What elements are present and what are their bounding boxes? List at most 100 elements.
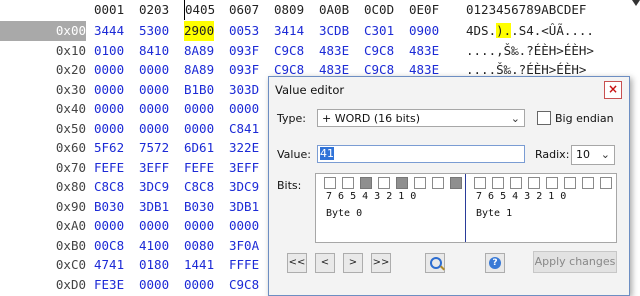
hex-cell[interactable]: 093F xyxy=(229,41,259,61)
hex-cell[interactable]: 2900 xyxy=(184,21,215,41)
hex-cell[interactable]: 1441 xyxy=(184,255,214,275)
hex-cell[interactable]: 8410 xyxy=(139,41,169,61)
hex-cell[interactable]: 0000 xyxy=(184,119,214,139)
hex-cell[interactable]: 4741 xyxy=(94,255,124,275)
hex-cell[interactable]: 0000 xyxy=(139,80,169,100)
value-input[interactable]: 41 xyxy=(317,145,525,163)
hex-cell[interactable]: 3CDB xyxy=(319,21,349,41)
hex-cell[interactable]: 0080 xyxy=(184,236,214,256)
hex-cell[interactable]: C301 xyxy=(364,21,394,41)
hex-cell[interactable]: 8A89 xyxy=(184,60,214,80)
hex-cell[interactable]: 0000 xyxy=(139,119,169,139)
byte-1-group: 7 6 5 4 3 2 1 0 Byte 1 xyxy=(468,174,614,242)
hex-cell[interactable]: 4100 xyxy=(139,236,169,256)
help-icon: ? xyxy=(489,257,501,269)
bit-checkbox[interactable] xyxy=(378,177,390,189)
hex-cell[interactable]: 0000 xyxy=(94,119,124,139)
ascii-cell[interactable]: ....‚Š‰.?ÉÈH>ÉÈH> xyxy=(466,41,594,61)
hex-cell[interactable]: 0000 xyxy=(184,99,214,119)
hex-cell[interactable]: 0100 xyxy=(94,41,124,61)
hex-cell[interactable]: 0900 xyxy=(409,21,439,41)
hex-cell[interactable]: B030 xyxy=(94,197,124,217)
hex-cell[interactable]: B030 xyxy=(184,197,214,217)
bit-checkbox[interactable] xyxy=(546,177,558,189)
bit-checkbox[interactable] xyxy=(414,177,426,189)
hex-cell[interactable]: 0000 xyxy=(184,275,214,295)
bit-checkbox[interactable] xyxy=(432,177,444,189)
hex-cell[interactable]: 3F0A xyxy=(229,236,259,256)
hex-cell[interactable]: 3EFF xyxy=(139,158,169,178)
hex-row[interactable]: 0x00 3444 5300 2900 0053 3414 3CDB C301 0900 4DS.… xyxy=(0,21,640,41)
hex-cell[interactable]: 3DC9 xyxy=(139,177,169,197)
first-button[interactable]: << xyxy=(287,253,307,273)
next-button[interactable]: > xyxy=(343,253,363,273)
bit-checkbox[interactable] xyxy=(600,177,612,189)
help-button[interactable]: ? xyxy=(485,253,505,273)
hex-cell[interactable]: 3DB1 xyxy=(229,197,259,217)
hex-cell[interactable]: 483E xyxy=(319,41,349,61)
hex-cell[interactable]: 322E xyxy=(229,138,259,158)
scroll-arrow-icon[interactable] xyxy=(632,0,640,6)
hex-cell[interactable]: 0180 xyxy=(139,255,169,275)
find-button[interactable] xyxy=(425,253,445,273)
apply-changes-button[interactable]: Apply changes xyxy=(533,251,617,273)
hex-cell[interactable]: C8C8 xyxy=(94,177,124,197)
hex-cell[interactable]: FEFE xyxy=(94,158,124,178)
hex-cell[interactable]: 6D61 xyxy=(184,138,214,158)
hex-cell[interactable]: 8A89 xyxy=(184,41,214,61)
bit-checkbox[interactable] xyxy=(564,177,576,189)
hex-cell[interactable]: 3DB1 xyxy=(139,197,169,217)
hex-cell[interactable]: 0000 xyxy=(184,216,214,236)
bit-checkbox[interactable] xyxy=(342,177,354,189)
bit-checkbox[interactable] xyxy=(528,177,540,189)
hex-cell[interactable]: 0053 xyxy=(229,21,259,41)
hex-cell[interactable]: 3444 xyxy=(94,21,124,41)
hex-cell[interactable]: 303D xyxy=(229,80,259,100)
hex-cell[interactable]: 3DC9 xyxy=(229,177,259,197)
hex-cell[interactable]: C841 xyxy=(229,119,259,139)
hex-cell[interactable]: 0000 xyxy=(139,275,169,295)
hex-cell[interactable]: 0000 xyxy=(139,99,169,119)
hex-cell[interactable]: 0000 xyxy=(94,80,124,100)
ascii-cell[interactable]: 4DS.)..S4.<ÛÃ.... xyxy=(466,21,594,41)
radix-select[interactable]: 10 ⌄ xyxy=(571,145,615,165)
hex-cell[interactable]: C9C8 xyxy=(229,275,259,295)
hex-cell[interactable]: 0000 xyxy=(229,216,259,236)
last-button[interactable]: >> xyxy=(371,253,391,273)
previous-button[interactable]: < xyxy=(315,253,335,273)
hex-cell[interactable]: C9C8 xyxy=(364,41,394,61)
hex-cell[interactable]: B1B0 xyxy=(184,80,214,100)
column-header: 0607 xyxy=(229,2,260,17)
hex-row[interactable]: 0x10 0100 8410 8A89 093F C9C8 483E C9C8 483E....… xyxy=(0,41,640,61)
hex-cell[interactable]: 0000 xyxy=(139,60,169,80)
bit-checkbox[interactable] xyxy=(450,177,462,189)
hex-cell[interactable]: FEFE xyxy=(184,158,214,178)
hex-cell[interactable]: FE3E xyxy=(94,275,124,295)
bit-checkbox[interactable] xyxy=(324,177,336,189)
hex-cell[interactable]: C9C8 xyxy=(274,41,304,61)
big-endian-checkbox[interactable] xyxy=(537,111,551,125)
hex-cell[interactable]: 7572 xyxy=(139,138,169,158)
hex-cell[interactable]: C8C8 xyxy=(184,177,214,197)
hex-cell[interactable]: FFFE xyxy=(229,255,259,275)
hex-cell[interactable]: 3EFF xyxy=(229,158,259,178)
hex-cell[interactable]: 0000 xyxy=(94,99,124,119)
hex-cell[interactable]: 0000 xyxy=(94,216,124,236)
hex-cell[interactable]: 093F xyxy=(229,60,259,80)
hex-cell[interactable]: 3414 xyxy=(274,21,304,41)
hex-cell[interactable]: 0000 xyxy=(229,99,259,119)
bit-checkbox[interactable] xyxy=(396,177,408,189)
bit-checkbox[interactable] xyxy=(582,177,594,189)
type-select[interactable]: + WORD (16 bits) ⌄ xyxy=(317,109,525,127)
bit-checkbox[interactable] xyxy=(474,177,486,189)
hex-cell[interactable]: 0000 xyxy=(139,216,169,236)
hex-cell[interactable]: 5F62 xyxy=(94,138,124,158)
bit-checkbox[interactable] xyxy=(360,177,372,189)
hex-cell[interactable]: 5300 xyxy=(139,21,169,41)
hex-cell[interactable]: 0000 xyxy=(94,60,124,80)
hex-cell[interactable]: 00C8 xyxy=(94,236,124,256)
bit-checkbox[interactable] xyxy=(492,177,504,189)
close-button[interactable]: × xyxy=(604,81,622,99)
hex-cell[interactable]: 483E xyxy=(409,41,439,61)
bit-checkbox[interactable] xyxy=(510,177,522,189)
